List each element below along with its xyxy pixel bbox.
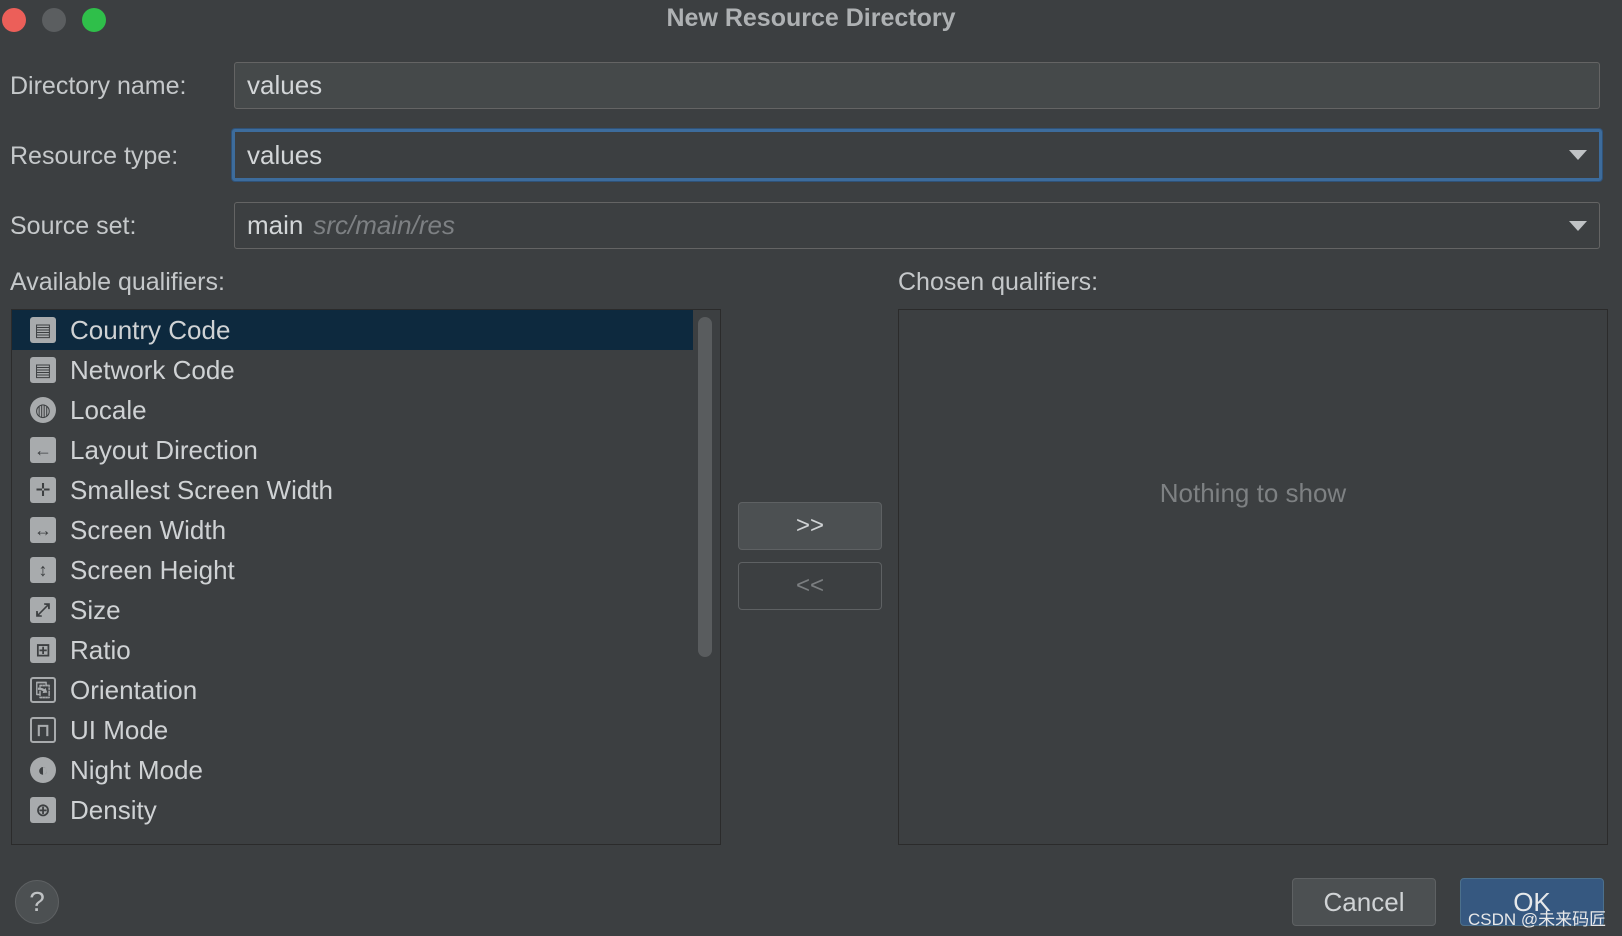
add-qualifier-button[interactable]: >> (738, 502, 882, 550)
orientation-icon: ⎘ (30, 677, 56, 703)
qualifier-item[interactable]: ⊞ Ratio (12, 630, 720, 670)
qualifier-item[interactable]: ◍ Locale (12, 390, 720, 430)
night-mode-icon: ◐ (30, 757, 56, 783)
density-icon: ⊕ (30, 797, 56, 823)
resource-type-select[interactable]: values (232, 129, 1602, 181)
chevron-down-icon (1569, 150, 1587, 160)
title-bar: New Resource Directory (0, 0, 1622, 40)
chosen-qualifiers-label: Chosen qualifiers: (898, 268, 1099, 296)
qualifier-label: Ratio (70, 634, 131, 665)
qualifier-label: Locale (70, 394, 147, 425)
directory-name-value: values (247, 70, 323, 100)
watermark-text: CSDN @未来码匠 (1468, 910, 1607, 929)
qualifier-label: UI Mode (70, 714, 169, 745)
qualifier-item[interactable]: ▤ Network Code (12, 350, 720, 390)
qualifier-label: Layout Direction (70, 434, 258, 465)
screen-width-icon: ↔ (30, 517, 56, 543)
cancel-button[interactable]: Cancel (1292, 878, 1436, 926)
qualifier-label: Smallest Screen Width (70, 474, 333, 505)
available-qualifiers-list[interactable]: ▤ Country Code ▤ Network Code ◍ Locale ← Layout… (11, 309, 721, 845)
directory-name-input[interactable]: values (234, 62, 1600, 109)
qualifier-item[interactable]: ⊕ Density (12, 790, 720, 830)
qualifier-item[interactable]: ▤ Country Code (12, 310, 693, 350)
available-qualifiers-label: Available qualifiers: (10, 268, 225, 296)
window-title: New Resource Directory (666, 4, 956, 32)
qualifier-label: Country Code (70, 314, 231, 345)
source-set-path-hint: src/main/res (313, 210, 455, 240)
source-set-select[interactable]: main src/main/res (234, 202, 1600, 249)
globe-icon: ◍ (30, 397, 56, 423)
smallest-screen-width-icon: ✛ (30, 477, 56, 503)
source-set-value: main (247, 210, 304, 240)
network-code-icon: ▤ (30, 357, 56, 383)
country-code-icon: ▤ (30, 317, 56, 343)
qualifier-item[interactable]: ⊓ UI Mode (12, 710, 720, 750)
qualifier-label: Orientation (70, 674, 198, 705)
chevron-down-icon (1569, 220, 1587, 231)
qualifier-label: Screen Width (70, 514, 227, 545)
chosen-qualifiers-list[interactable] (898, 309, 1608, 845)
layout-direction-icon: ← (30, 437, 56, 463)
remove-qualifier-button[interactable]: << (738, 562, 882, 610)
resource-type-value: values (247, 139, 323, 170)
qualifier-item[interactable]: ⎘ Orientation (12, 670, 720, 710)
qualifier-item[interactable]: ← Layout Direction (12, 430, 720, 470)
help-button[interactable]: ? (15, 880, 59, 924)
qualifier-item[interactable]: ◐ Night Mode (12, 750, 720, 790)
directory-name-label: Directory name: (10, 72, 187, 100)
resource-type-label: Resource type: (10, 142, 179, 170)
qualifier-label: Size (70, 594, 121, 625)
source-set-label: Source set: (10, 212, 137, 240)
list-scrollbar-thumb[interactable] (698, 317, 712, 657)
qualifier-label: Screen Height (70, 554, 235, 585)
qualifier-label: Network Code (70, 354, 235, 385)
qualifier-item[interactable]: ✛ Smallest Screen Width (12, 470, 720, 510)
ui-mode-icon: ⊓ (30, 717, 56, 743)
qualifier-label: Density (70, 794, 157, 825)
ratio-icon: ⊞ (30, 637, 56, 663)
qualifier-item[interactable]: ⤢ Size (12, 590, 720, 630)
qualifier-label: Night Mode (70, 754, 203, 785)
empty-state-text: Nothing to show (1159, 478, 1347, 508)
size-icon: ⤢ (30, 597, 56, 623)
screen-height-icon: ↕ (30, 557, 56, 583)
qualifier-item[interactable]: ↕ Screen Height (12, 550, 720, 590)
qualifier-item[interactable]: ↔ Screen Width (12, 510, 720, 550)
